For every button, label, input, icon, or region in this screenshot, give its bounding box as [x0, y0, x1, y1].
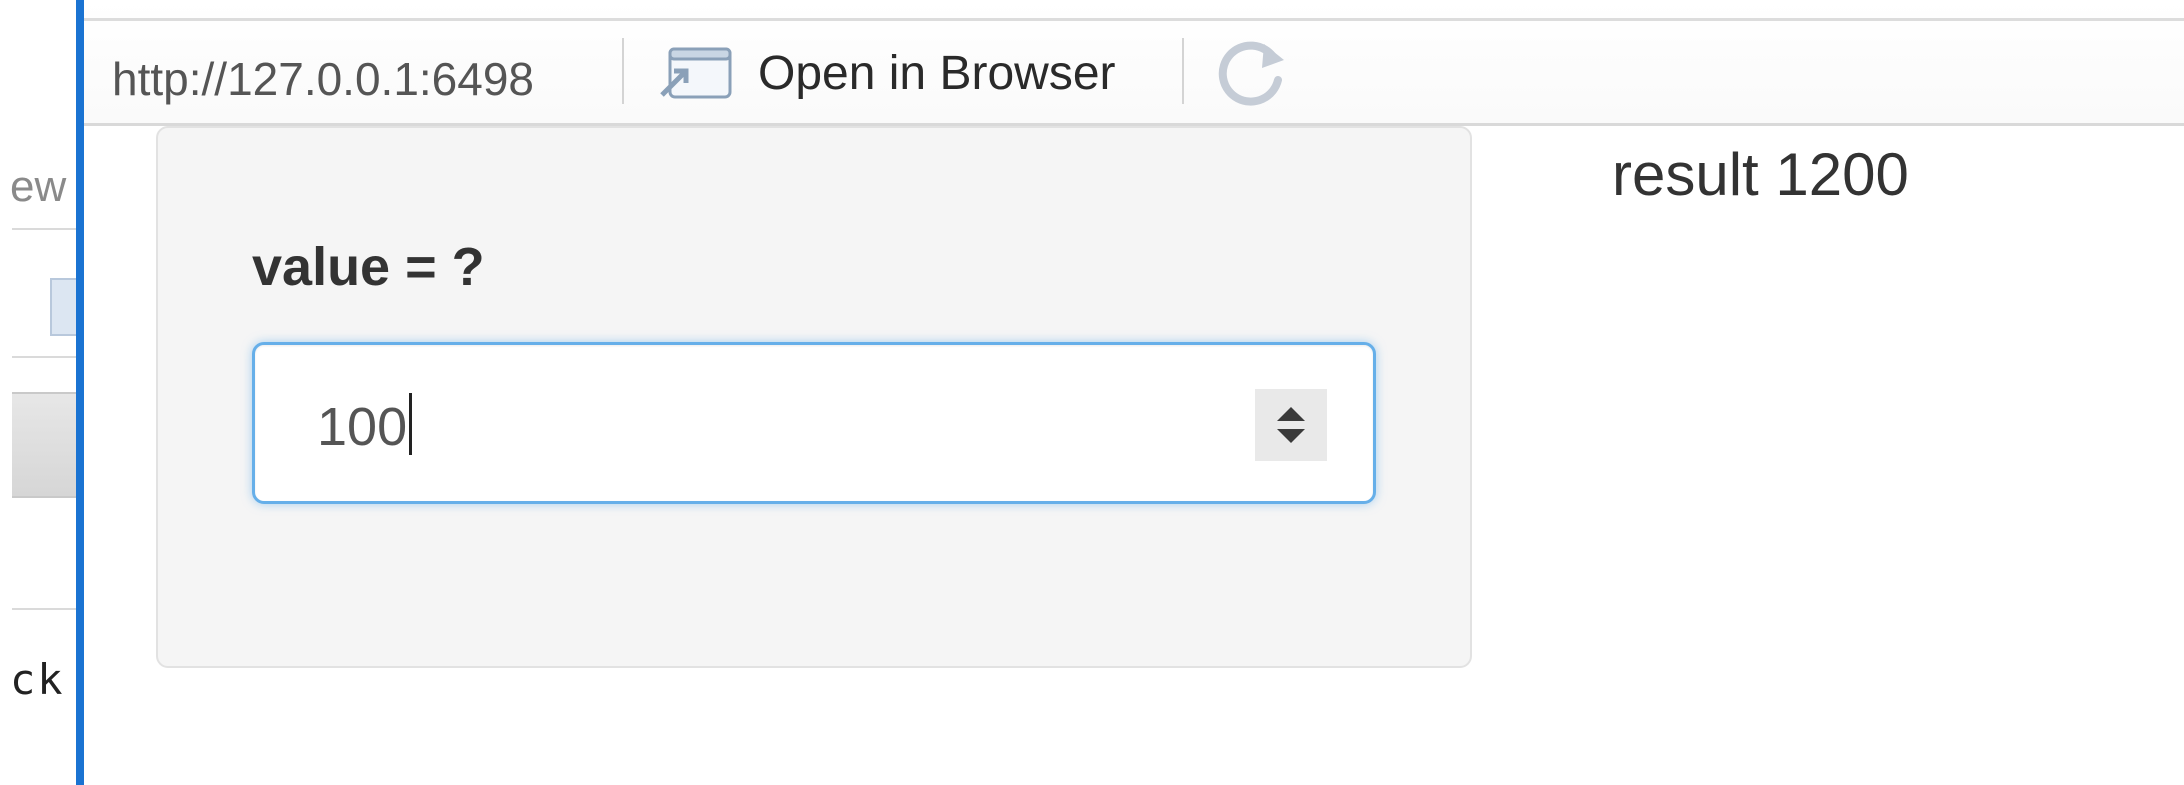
open-in-browser-label: Open in Browser	[758, 46, 1116, 100]
toolbar-separator	[622, 38, 624, 104]
value-input-label: value = ?	[252, 237, 485, 297]
viewer-url: http://127.0.0.1:6498	[112, 53, 535, 105]
text-caret	[409, 393, 413, 455]
left-panel-divider	[12, 356, 76, 358]
left-panel-tab-row[interactable]	[12, 392, 76, 498]
value-input-text: 100	[317, 397, 408, 457]
ide-left-panel: ew ck	[0, 0, 76, 785]
window-popout-icon	[660, 47, 732, 99]
left-panel-divider	[12, 228, 76, 230]
input-well-panel: value = ? 100	[156, 126, 1472, 668]
number-spinner-icon[interactable]	[1255, 389, 1327, 461]
result-output-text: result 1200	[1612, 141, 1909, 208]
rstudio-viewer-screen: ew ck http://127.0.0.1:6498 Open in Brow…	[0, 0, 2184, 785]
left-panel-tool-button[interactable]	[50, 278, 76, 336]
open-in-browser-button[interactable]: Open in Browser	[656, 38, 1116, 108]
left-panel-partial-text: ew	[10, 162, 67, 211]
viewer-pane-border	[76, 0, 84, 785]
left-panel-divider	[12, 608, 76, 610]
left-panel-partial-code: ck	[10, 655, 65, 704]
viewer-toolbar: http://127.0.0.1:6498 Open in Browser	[84, 0, 2184, 126]
toolbar-top-rule	[84, 18, 2184, 21]
toolbar-separator	[1182, 38, 1184, 104]
value-number-input[interactable]: 100	[252, 342, 1376, 504]
refresh-icon[interactable]	[1212, 36, 1290, 114]
